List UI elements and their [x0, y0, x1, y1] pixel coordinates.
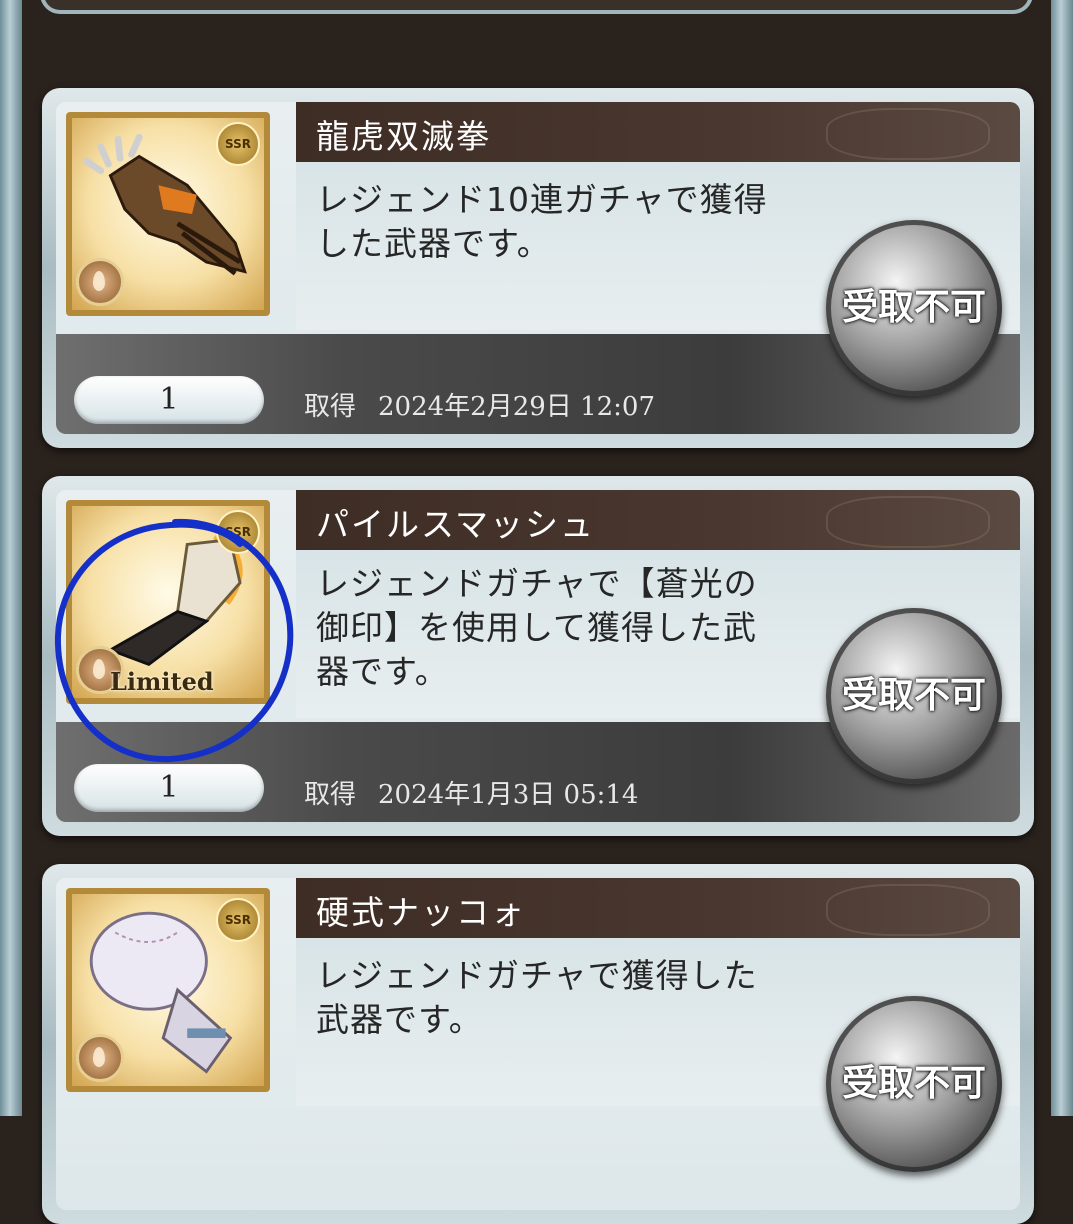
- weapon-description: レジェンドガチャで【蒼光の 御印】を使用して獲得した武 器です。: [316, 562, 826, 694]
- description-line: 武器です。: [316, 1000, 483, 1039]
- weapon-description: レジェンド10連ガチャで獲得 した武器です。: [316, 178, 826, 266]
- weapon-card: 龍虎双滅拳 レジェンド10連ガチャで獲得 した武器です。 1 取得 2024年2月…: [42, 88, 1034, 448]
- acquired-info: 取得 2024年2月29日 12:07: [304, 386, 655, 423]
- previous-panel-edge: [40, 0, 1033, 14]
- count-badge: 1: [74, 376, 264, 424]
- description-line: レジェンドガチャで【蒼光の: [316, 564, 758, 603]
- left-frame-border: [0, 0, 22, 1116]
- weapon-card: 硬式ナッコォ レジェンドガチャで獲得した 武器です。 SSR 受取不可: [42, 864, 1034, 1224]
- claim-button[interactable]: 受取不可: [826, 996, 1002, 1172]
- title-bar: 硬式ナッコォ: [296, 878, 1020, 938]
- acquired-info: 取得 2024年1月3日 05:14: [304, 774, 638, 811]
- title-bar: 龍虎双滅拳: [296, 102, 1020, 162]
- fire-element-icon: [76, 258, 124, 306]
- weapon-description: レジェンドガチャで獲得した 武器です。: [316, 954, 826, 1042]
- right-frame-border: [1051, 0, 1073, 1116]
- weapon-name: 龍虎双滅拳: [316, 117, 491, 156]
- acquired-label: 取得: [304, 392, 357, 422]
- description-line: レジェンド10連ガチャで獲得: [316, 180, 768, 219]
- ssr-badge: SSR: [216, 122, 260, 166]
- acquired-date: 2024年1月3日 05:14: [378, 780, 639, 810]
- title-bar: パイルスマッシュ: [296, 490, 1020, 550]
- fire-element-icon: [76, 1034, 124, 1082]
- weapon-name: パイルスマッシュ: [316, 505, 596, 544]
- acquired-label: 取得: [304, 780, 357, 810]
- ssr-badge: SSR: [216, 898, 260, 942]
- weapon-card-body: パイルスマッシュ レジェンドガチャで【蒼光の 御印】を使用して獲得した武 器です…: [56, 490, 1020, 822]
- weapon-thumbnail[interactable]: SSR: [66, 112, 270, 316]
- description-line: 器です。: [316, 652, 449, 691]
- weapon-card: パイルスマッシュ レジェンドガチャで【蒼光の 御印】を使用して獲得した武 器です…: [42, 476, 1034, 836]
- description-line: レジェンドガチャで獲得した: [316, 956, 758, 995]
- weapon-thumbnail[interactable]: SSR: [66, 888, 270, 1092]
- weapon-name: 硬式ナッコォ: [316, 893, 526, 932]
- weapon-card-body: 龍虎双滅拳 レジェンド10連ガチャで獲得 した武器です。 1 取得 2024年2月…: [56, 102, 1020, 434]
- weapon-thumbnail[interactable]: SSR Limited: [66, 500, 270, 704]
- ssr-badge: SSR: [216, 510, 260, 554]
- limited-badge: Limited: [110, 667, 214, 696]
- claim-button[interactable]: 受取不可: [826, 608, 1002, 784]
- acquired-date: 2024年2月29日 12:07: [378, 392, 656, 422]
- weapon-card-body: 硬式ナッコォ レジェンドガチャで獲得した 武器です。 SSR 受取不可: [56, 878, 1020, 1210]
- description-line: した武器です。: [316, 224, 551, 263]
- count-badge: 1: [74, 764, 264, 812]
- description-line: 御印】を使用して獲得した武: [316, 608, 758, 647]
- claim-button[interactable]: 受取不可: [826, 220, 1002, 396]
